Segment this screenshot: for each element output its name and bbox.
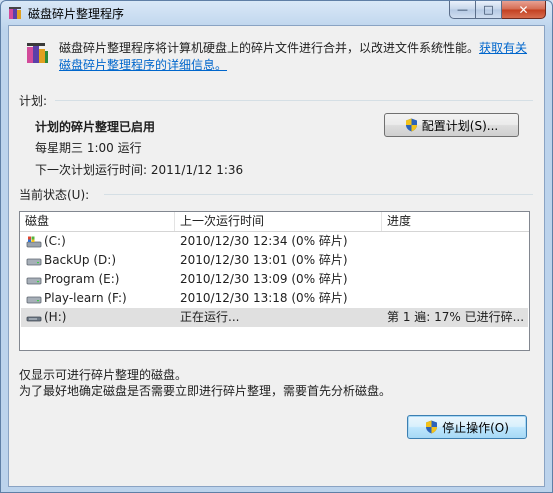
client-area: 磁盘碎片整理程序将计算机硬盘上的碎片文件进行合并，以改进文件系统性能。获取有关磁… — [8, 25, 545, 487]
uac-shield-icon — [405, 118, 417, 132]
disk-cell: Program (E:) — [26, 270, 176, 289]
schedule-enabled-text: 计划的碎片整理已启用 — [35, 120, 156, 134]
disk-cell: BackUp (D:) — [26, 251, 176, 270]
progress-cell — [387, 270, 527, 289]
removable-drive-icon — [26, 316, 42, 321]
disk-list[interactable]: 磁盘 上一次运行时间 进度 (C:) 2010/12/30 12:34 (0% … — [19, 211, 530, 351]
status-divider — [104, 194, 533, 195]
schedule-when-text: 每星期三 1:00 运行 — [35, 141, 142, 155]
column-header-disk[interactable]: 磁盘 — [20, 212, 175, 231]
column-header-last-run[interactable]: 上一次运行时间 — [175, 212, 382, 231]
disk-name: (C:) — [44, 234, 66, 248]
disk-list-header: 磁盘 上一次运行时间 进度 — [20, 212, 529, 232]
last-run-cell: 2010/12/30 13:18 (0% 碎片) — [180, 291, 348, 305]
configure-schedule-label: 配置计划(S)... — [421, 118, 499, 133]
window-title: 磁盘碎片整理程序 — [28, 7, 125, 21]
disk-row-c[interactable]: (C:) 2010/12/30 12:34 (0% 碎片) — [21, 232, 528, 251]
disk-row-f[interactable]: Play-learn (F:) 2010/12/30 13:18 (0% 碎片) — [21, 289, 528, 308]
intro-text: 磁盘碎片整理程序将计算机硬盘上的碎片文件进行合并，以改进文件系统性能。获取有关磁… — [59, 40, 537, 74]
defrag-large-icon — [27, 43, 48, 63]
disk-cell: (H:) — [26, 308, 176, 327]
defrag-app-icon — [9, 7, 21, 19]
disk-name: Play-learn (F:) — [44, 291, 127, 305]
caption-buttons: — □ ✕ — [449, 1, 546, 20]
note-defrag-disks-only: 仅显示可进行碎片整理的磁盘。 — [19, 368, 188, 382]
last-run-cell: 正在运行... — [180, 310, 240, 324]
minimize-button[interactable]: — — [449, 1, 476, 19]
defrag-window: 磁盘碎片整理程序 — □ ✕ 磁盘碎片整理程序将计算机硬盘上的碎片文件进行合并，… — [0, 0, 553, 493]
stop-operation-label: 停止操作(O) — [442, 420, 509, 435]
system-drive-icon — [26, 236, 42, 247]
note-analyze-first: 为了最好地确定磁盘是否需要立即进行碎片整理，需要首先分析磁盘。 — [19, 384, 392, 398]
last-run-cell: 2010/12/30 13:09 (0% 碎片) — [180, 272, 348, 286]
disk-row-h[interactable]: (H:) 正在运行... 第 1 遍: 17% 已进行碎... — [21, 308, 528, 327]
disk-cell: (C:) — [26, 232, 176, 251]
hard-drive-icon — [26, 277, 42, 284]
close-button[interactable]: ✕ — [502, 1, 546, 19]
disk-row-e[interactable]: Program (E:) 2010/12/30 13:09 (0% 碎片) — [21, 270, 528, 289]
disk-cell: Play-learn (F:) — [26, 289, 176, 308]
stop-operation-button[interactable]: 停止操作(O) — [407, 415, 527, 439]
hard-drive-icon — [26, 258, 42, 265]
disk-name: (H:) — [44, 310, 67, 324]
maximize-button[interactable]: □ — [476, 1, 502, 19]
column-header-progress[interactable]: 进度 — [382, 212, 529, 231]
uac-shield-icon — [426, 420, 438, 434]
schedule-divider — [55, 100, 533, 101]
progress-cell — [387, 251, 527, 270]
disk-name: BackUp (D:) — [44, 253, 116, 267]
title-bar[interactable]: 磁盘碎片整理程序 — □ ✕ — [1, 1, 552, 25]
last-run-cell: 2010/12/30 12:34 (0% 碎片) — [180, 234, 348, 248]
status-group-label: 当前状态(U): — [19, 188, 90, 202]
disk-name: Program (E:) — [44, 272, 120, 286]
progress-cell — [387, 232, 527, 251]
schedule-group-label: 计划: — [19, 94, 48, 108]
schedule-next-run-text: 下一次计划运行时间: 2011/1/12 1:36 — [35, 163, 244, 177]
last-run-cell: 2010/12/30 13:01 (0% 碎片) — [180, 253, 348, 267]
disk-row-d[interactable]: BackUp (D:) 2010/12/30 13:01 (0% 碎片) — [21, 251, 528, 270]
progress-cell: 第 1 遍: 17% 已进行碎... — [387, 310, 525, 324]
progress-cell — [387, 289, 527, 308]
hard-drive-icon — [26, 296, 42, 303]
intro-description: 磁盘碎片整理程序将计算机硬盘上的碎片文件进行合并，以改进文件系统性能。 — [59, 41, 480, 55]
configure-schedule-button[interactable]: 配置计划(S)... — [384, 113, 519, 137]
